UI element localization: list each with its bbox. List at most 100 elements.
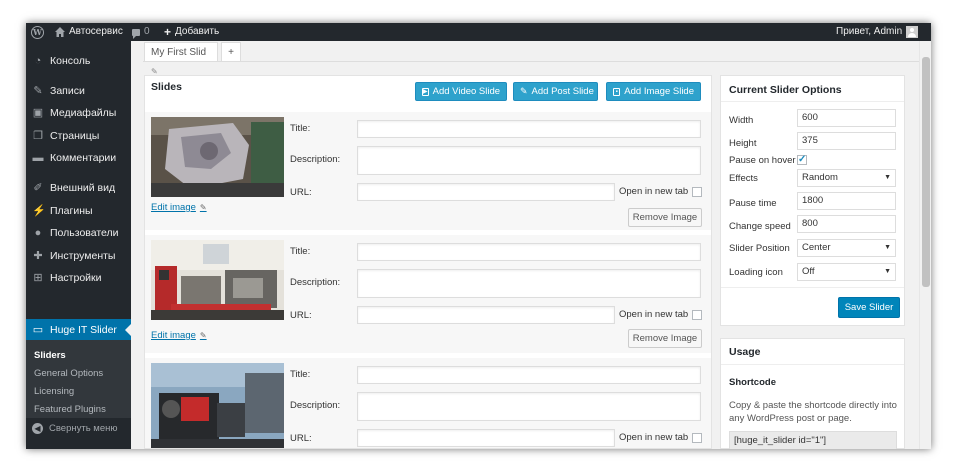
account-menu[interactable]: Привет, Admin <box>836 23 919 41</box>
button-label: Add Image Slide <box>624 86 694 97</box>
media-icon: ▣ <box>32 107 44 119</box>
open-in-new-tab-checkbox[interactable] <box>692 432 703 443</box>
pause-time-input[interactable]: 1800 <box>797 192 896 210</box>
site-name: Автосервис <box>69 26 123 37</box>
slider-name: My First Slid <box>151 47 206 58</box>
menu-item-users[interactable]: ● Пользователи <box>26 222 131 244</box>
submenu-item-licensing[interactable]: Licensing <box>34 386 74 397</box>
submenu: Sliders General Options Licensing Featur… <box>26 340 131 418</box>
wordpress-logo-icon[interactable]: W <box>31 23 44 41</box>
menu-item-huge-it-slider[interactable]: ▭ Huge IT Slider <box>26 319 131 340</box>
menu-item-plugins[interactable]: ⚡ Плагины <box>26 200 131 222</box>
admin-menu: ◔ Консоль ✎ Записи ▣ Медиафайлы ❐ Страницы ▬… <box>26 41 131 449</box>
title-input[interactable] <box>357 120 701 138</box>
slider-position-label: Slider Position <box>729 243 790 254</box>
collapse-menu-button[interactable]: ◀ Свернуть меню <box>32 423 118 434</box>
open-in-new-tab-label: Open in new tab <box>619 309 689 320</box>
shortcode-description: Copy & paste the shortcode directly into… <box>729 400 897 424</box>
menu-label: Комментарии <box>50 152 117 164</box>
menu-label: Внешний вид <box>50 182 116 194</box>
title-input[interactable] <box>357 366 701 384</box>
appearance-icon: ✐ <box>33 182 43 194</box>
pause-time-label: Pause time <box>729 198 777 209</box>
add-video-slide-button[interactable]: ▶ Add Video Slide <box>415 82 507 101</box>
site-name-link[interactable]: Автосервис <box>55 23 123 41</box>
divider <box>721 287 904 288</box>
edit-image-label: Edit image <box>151 202 196 213</box>
edit-image-link[interactable]: Edit image ✎ <box>151 202 207 213</box>
comments-link[interactable]: 0 <box>132 23 150 41</box>
scrollbar-thumb[interactable] <box>922 57 930 287</box>
slider-position-select[interactable]: Center ▼ <box>797 239 896 257</box>
collapse-label: Свернуть меню <box>49 423 118 434</box>
loading-icon-value: Off <box>802 266 815 277</box>
slide-thumbnail[interactable] <box>151 363 284 448</box>
menu-item-tools[interactable]: ✚ Инструменты <box>26 245 131 267</box>
slide-thumbnail[interactable] <box>151 240 284 320</box>
open-in-new-tab-label: Open in new tab <box>619 432 689 443</box>
checkmark-icon: ✓ <box>798 154 807 165</box>
image-icon: ▪ <box>613 87 621 96</box>
page-scrollbar[interactable] <box>919 41 931 449</box>
pause-on-hover-checkbox[interactable]: ✓ <box>797 155 807 165</box>
pin-icon: ✎ <box>33 85 43 97</box>
effects-value: Random <box>802 172 838 183</box>
dropdown-arrow-icon: ▼ <box>884 174 891 181</box>
add-image-slide-button[interactable]: ▪ Add Image Slide <box>606 82 701 101</box>
pages-icon: ❐ <box>33 130 43 142</box>
menu-item-settings[interactable]: ⊞ Настройки <box>26 267 131 289</box>
description-textarea[interactable] <box>357 146 701 175</box>
add-slider-tab[interactable]: + <box>221 42 241 62</box>
users-icon: ● <box>34 227 42 239</box>
menu-item-dashboard[interactable]: ◔ Консоль <box>26 50 131 72</box>
menu-item-media[interactable]: ▣ Медиафайлы <box>26 102 131 124</box>
title-label: Title: <box>290 123 311 134</box>
open-in-new-tab-checkbox[interactable] <box>692 186 703 197</box>
pause-on-hover-label: Pause on hover <box>729 155 796 166</box>
change-speed-input[interactable]: 800 <box>797 215 896 233</box>
add-post-slide-button[interactable]: ✎ Add Post Slide <box>513 82 598 101</box>
menu-label: Страницы <box>50 130 100 142</box>
menu-item-appearance[interactable]: ✐ Внешний вид <box>26 177 131 199</box>
url-input[interactable] <box>357 183 615 201</box>
menu-item-comments[interactable]: ▬ Комментарии <box>26 147 131 169</box>
url-input[interactable] <box>357 429 615 447</box>
remove-image-button[interactable]: Remove Image <box>628 329 702 348</box>
add-new-link[interactable]: + Добавить <box>164 23 219 41</box>
loading-icon-select[interactable]: Off ▼ <box>797 263 896 281</box>
shortcode-field[interactable]: [huge_it_slider id="1"] <box>729 431 897 449</box>
open-in-new-tab-checkbox[interactable] <box>692 309 703 320</box>
edit-image-link[interactable]: Edit image ✎ <box>151 330 207 341</box>
add-new-label: Добавить <box>175 26 220 37</box>
width-label: Width <box>729 115 754 126</box>
effects-select[interactable]: Random ▼ <box>797 169 896 187</box>
height-input[interactable]: 375 <box>797 132 896 150</box>
home-icon <box>55 27 65 37</box>
height-label: Height <box>729 138 757 149</box>
description-label: Description: <box>290 400 341 411</box>
pencil-icon: ✎ <box>199 331 207 340</box>
browser-window: W Автосервис 0 + Добавить Привет, Admin … <box>26 23 931 449</box>
url-input[interactable] <box>357 306 615 324</box>
tab-divider <box>143 61 923 62</box>
slider-icon: ▭ <box>32 323 44 336</box>
menu-item-posts[interactable]: ✎ Записи <box>26 80 131 102</box>
description-label: Description: <box>290 154 341 165</box>
menu-label: Настройки <box>50 272 102 284</box>
menu-item-pages[interactable]: ❐ Страницы <box>26 125 131 147</box>
description-textarea[interactable] <box>357 392 701 421</box>
title-label: Title: <box>290 369 311 380</box>
slides-panel: Slides ▶ Add Video Slide ✎ Add Post Slide … <box>144 75 712 449</box>
save-slider-button[interactable]: Save Slider <box>838 297 900 318</box>
shortcode-title: Shortcode <box>729 377 776 388</box>
width-input[interactable]: 600 <box>797 109 896 127</box>
submenu-item-sliders[interactable]: Sliders <box>34 350 66 361</box>
slide-thumbnail[interactable] <box>151 117 284 197</box>
submenu-item-featured-plugins[interactable]: Featured Plugins <box>34 404 106 415</box>
menu-label: Инструменты <box>50 250 116 262</box>
remove-image-button[interactable]: Remove Image <box>628 208 702 227</box>
tab-slider[interactable]: My First Slid ✎ <box>144 42 218 76</box>
submenu-item-general-options[interactable]: General Options <box>34 368 103 379</box>
description-textarea[interactable] <box>357 269 701 298</box>
title-input[interactable] <box>357 243 701 261</box>
